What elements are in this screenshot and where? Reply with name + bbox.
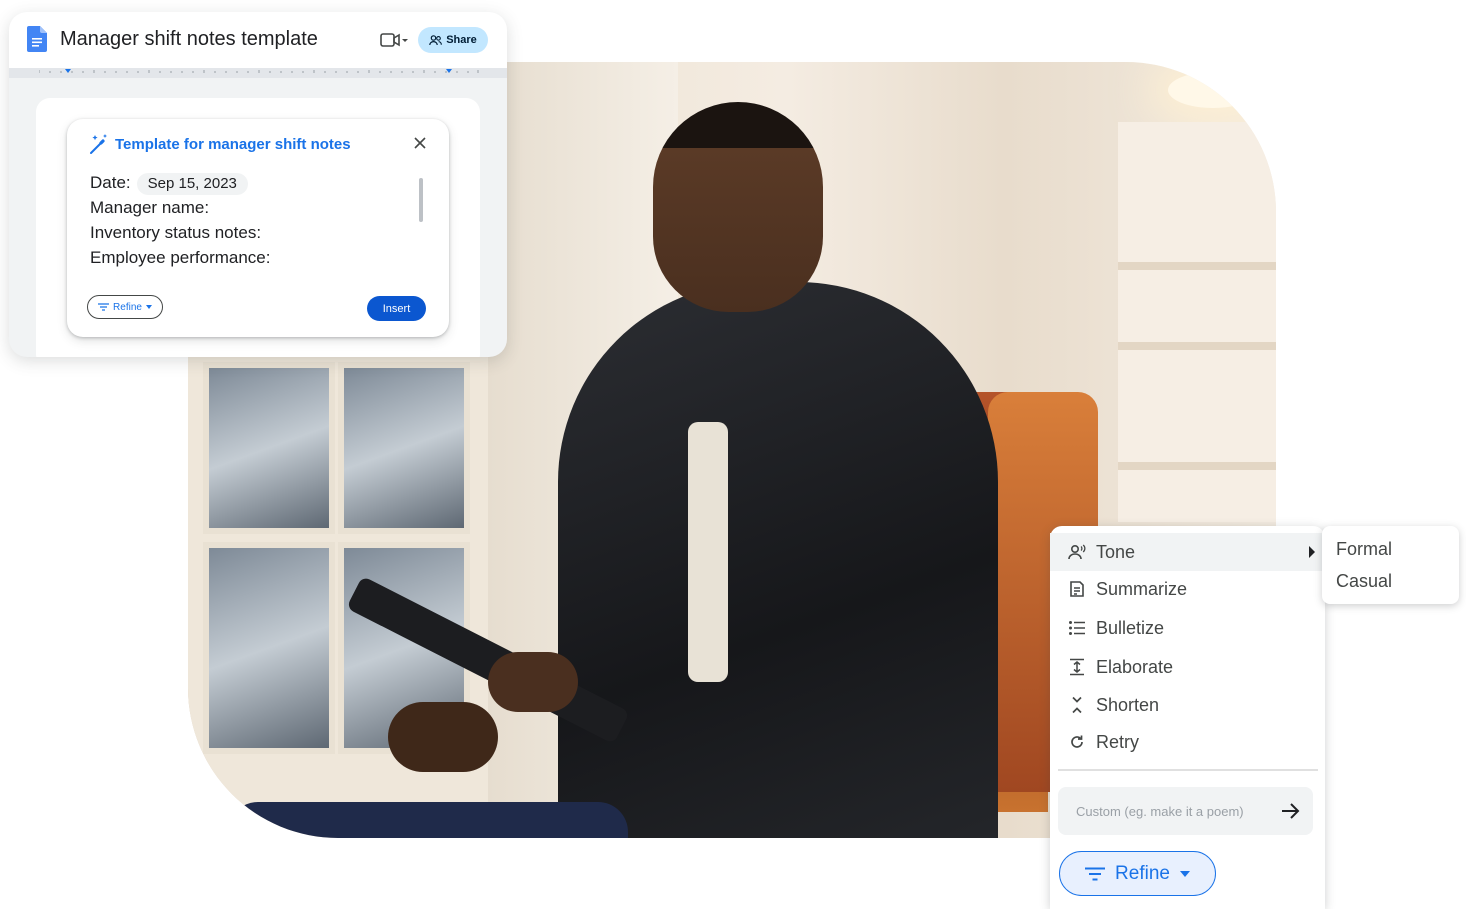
refine-button[interactable]: Refine: [1059, 851, 1216, 896]
menu-divider: [1058, 769, 1318, 771]
voice-tone-icon: [1068, 544, 1086, 560]
refine-label: Refine: [113, 301, 142, 313]
magic-wand-icon: [90, 134, 107, 154]
document-title[interactable]: Manager shift notes template: [60, 28, 318, 51]
field-employee-performance: Employee performance:: [90, 248, 271, 267]
refine-button-small[interactable]: Refine: [87, 295, 163, 319]
menu-item-label: Elaborate: [1096, 656, 1174, 677]
menu-item-retry[interactable]: Retry: [1050, 723, 1325, 761]
docs-window: Manager shift notes template Share Templ…: [9, 12, 507, 357]
scrollbar[interactable]: [419, 178, 423, 222]
tone-option-formal[interactable]: Formal: [1336, 539, 1392, 560]
google-docs-icon[interactable]: [27, 26, 47, 52]
date-label: Date:: [90, 173, 131, 192]
video-call-icon[interactable]: [380, 32, 408, 48]
menu-item-label: Retry: [1096, 731, 1140, 752]
filter-icon: [1085, 867, 1106, 880]
menu-item-label: Tone: [1096, 541, 1136, 562]
help-me-write-card: Template for manager shift notes Date: Se…: [67, 119, 449, 337]
menu-item-shorten[interactable]: Shorten: [1050, 686, 1325, 724]
menu-item-label: Shorten: [1096, 694, 1160, 715]
menu-item-label: Summarize: [1096, 578, 1188, 599]
caret-down-icon: [1179, 870, 1190, 877]
people-icon: [429, 34, 443, 45]
menu-item-tone[interactable]: Tone: [1050, 533, 1325, 571]
tone-option-casual[interactable]: Casual: [1336, 571, 1392, 592]
field-inventory-status: Inventory status notes:: [90, 223, 262, 242]
card-title: Template for manager shift notes: [115, 136, 351, 153]
docs-header: Manager shift notes template Share: [9, 12, 507, 68]
ruler-ticks: [39, 69, 479, 73]
menu-item-summarize[interactable]: Summarize: [1050, 570, 1325, 608]
arrow-right-icon[interactable]: [1281, 802, 1301, 820]
close-icon[interactable]: [413, 136, 427, 150]
expand-icon: [1070, 658, 1084, 676]
menu-item-label: Bulletize: [1096, 617, 1165, 638]
summarize-icon: [1070, 581, 1084, 597]
refine-label: Refine: [1115, 862, 1170, 884]
tone-submenu: Formal Casual: [1322, 526, 1459, 604]
menu-item-elaborate[interactable]: Elaborate: [1050, 648, 1325, 686]
share-button[interactable]: Share: [418, 27, 488, 53]
insert-button[interactable]: Insert: [367, 296, 426, 321]
caret-down-icon: [145, 305, 152, 309]
filter-icon: [98, 303, 110, 311]
submenu-arrow-icon: [1309, 546, 1315, 558]
menu-item-bulletize[interactable]: Bulletize: [1050, 609, 1325, 647]
share-label: Share: [446, 34, 477, 46]
bulleted-list-icon: [1069, 621, 1085, 635]
date-chip[interactable]: Sep 15, 2023: [136, 172, 248, 195]
shorten-icon: [1072, 696, 1082, 714]
generated-text: Date: Sep 15, 2023 Manager name: Inventor…: [90, 170, 270, 270]
refine-menu: Tone Summarize Bulletize Elaborate Short…: [1050, 526, 1325, 909]
refresh-icon: [1071, 735, 1083, 748]
custom-prompt-input[interactable]: [1058, 787, 1313, 835]
field-manager-name: Manager name:: [90, 198, 210, 217]
